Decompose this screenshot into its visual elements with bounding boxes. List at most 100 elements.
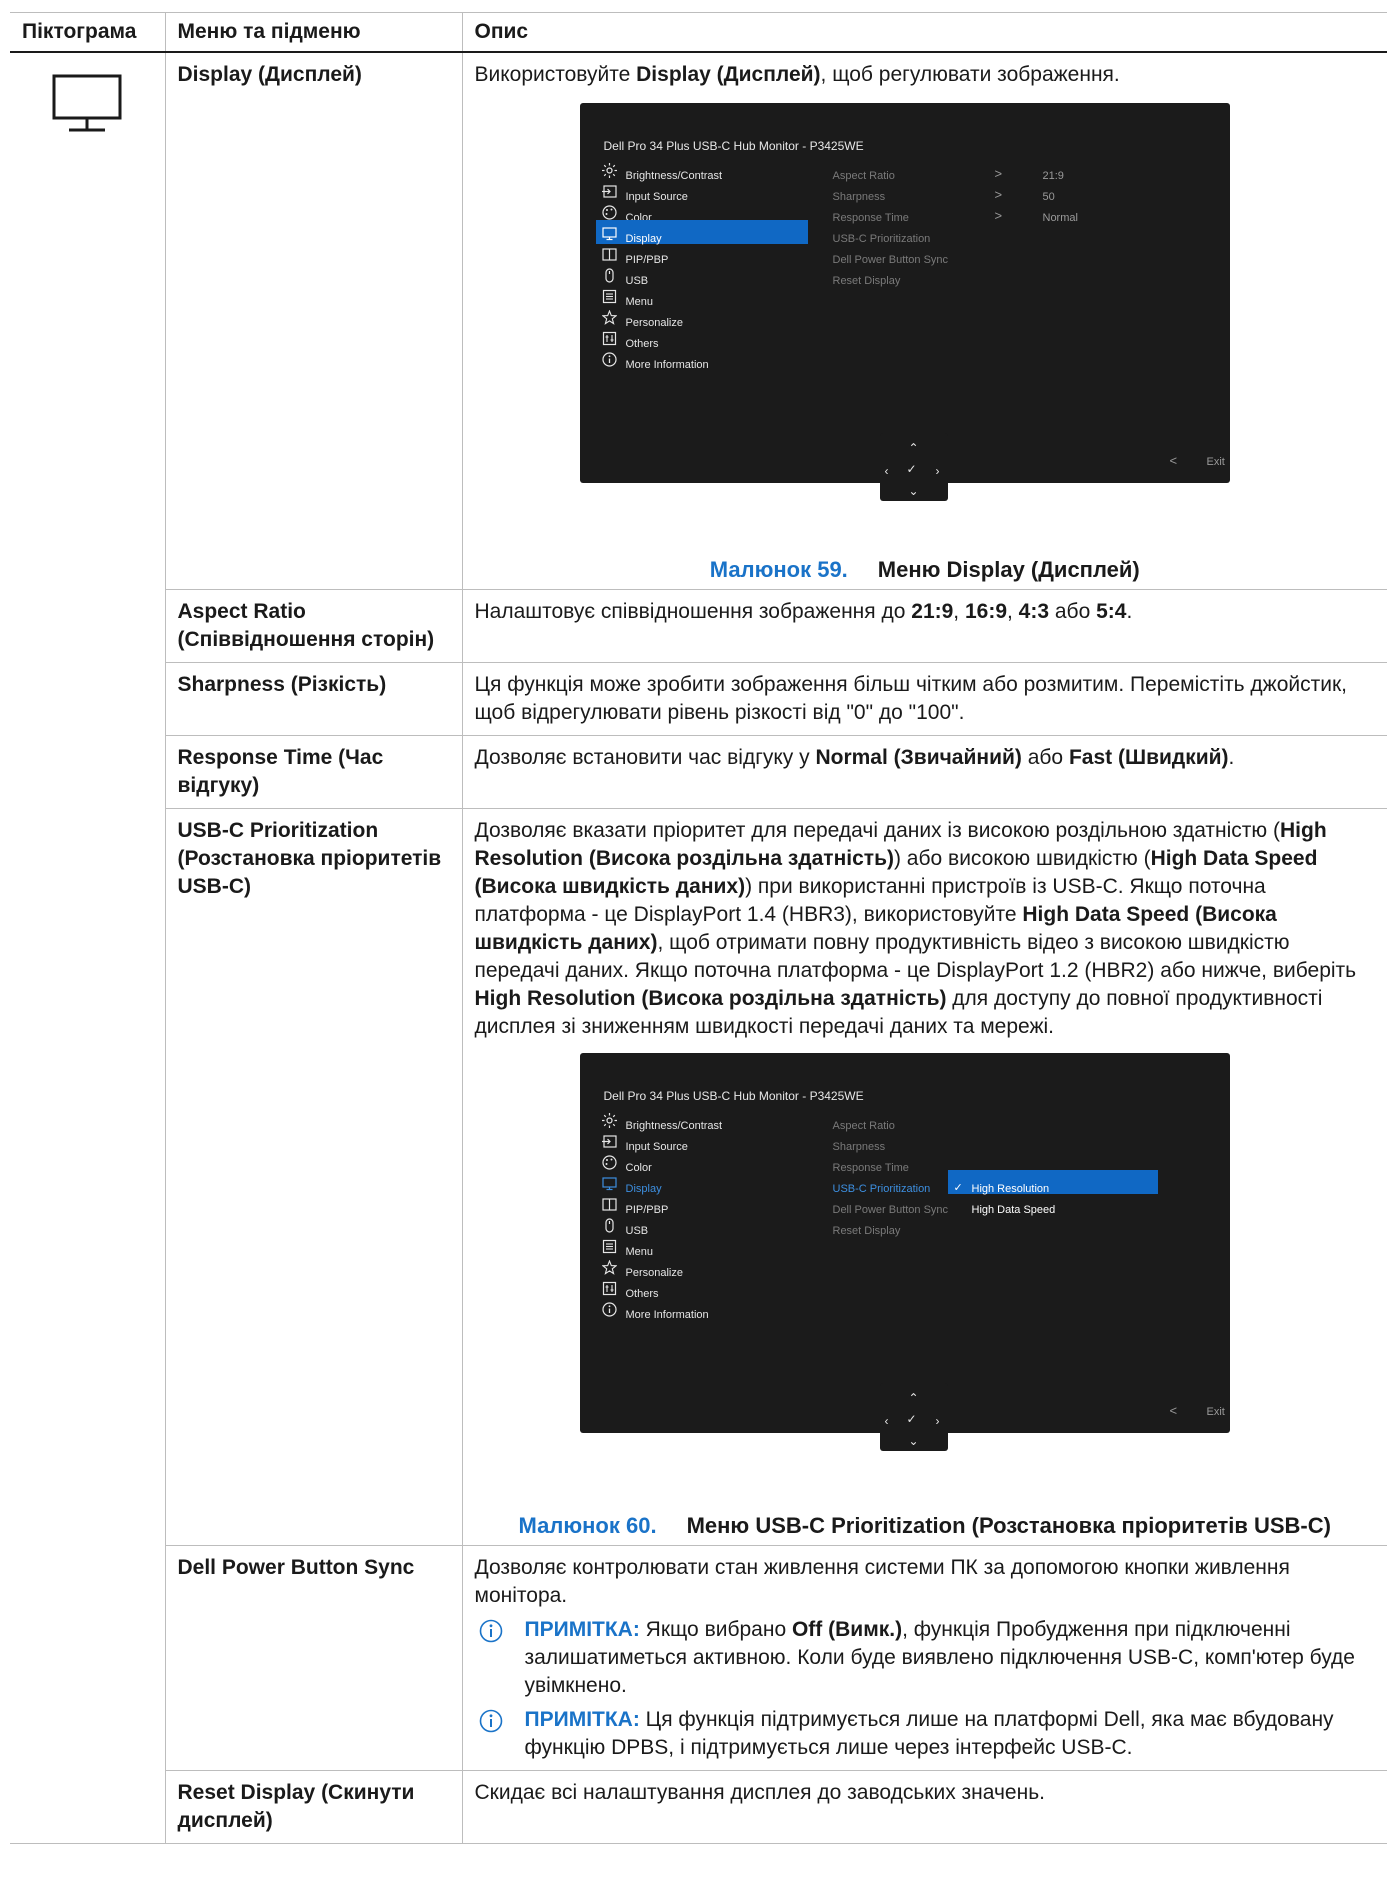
figure-number: Малюнок 59. [709,557,848,582]
table-header-row: Піктограма Меню та підменю Опис [10,12,1387,53]
description-response-time: Дозволяє встановити час відгуку у Normal… [461,735,1387,809]
display-description: Використовуйте Display (Дисплей), щоб ре… [475,61,1376,89]
osd-submenu-item: Reset Display [832,1225,901,1237]
menu-name-dpbs: Dell Power Button Sync [165,1545,463,1771]
note-label: ПРИМІТКА: [524,1618,640,1641]
figure-60-caption: Малюнок 60. Меню USB-C Prioritization (Ро… [475,1511,1376,1541]
description-dpbs: Дозволяє контролювати стан живлення сист… [461,1545,1387,1771]
osd-panel: Dell Pro 34 Plus USB-C Hub Monitor - P34… [579,103,1230,483]
joystick-control: ⌃ ‹ ✓ › ⌄ [879,1383,948,1451]
osd-screenshot-display: Dell Pro 34 Plus USB-C Hub Monitor - P34… [579,103,1230,533]
info-icon [479,1709,503,1741]
header-icon: Піктограма [10,12,165,53]
note-2-text: ПРИМІТКА: Ця функція підтримується лише … [525,1706,1376,1762]
osd-exit-label: Exit [1206,456,1225,468]
menu-name-sharpness: Sharpness (Різкість) [165,662,463,736]
osd-title: Dell Pro 34 Plus USB-C Hub Monitor - P34… [603,1089,864,1103]
usbc-prioritization-label: USB-C Prioritization (Розстановка пріори… [177,819,442,898]
text: , [1007,600,1019,623]
bold-text: Display (Дисплей) [636,63,821,86]
table-row: Aspect Ratio (Співвідношення сторін) Нал… [10,589,1387,663]
dpbs-description: Дозволяє контролювати стан живлення сист… [474,1556,1290,1607]
description-sharpness: Ця функція може зробити зображення більш… [461,662,1387,736]
text: або [1021,746,1069,769]
chevron-left-icon: < [1169,453,1178,468]
reset-display-description: Скидає всі налаштування дисплея до завод… [474,1781,1046,1804]
table-row: USB-C Prioritization (Розстановка пріори… [10,808,1387,1546]
text: Дозволяє вказати пріоритет для передачі … [474,819,1281,842]
description-aspect-ratio: Налаштовує співвідношення зображення до … [461,589,1387,663]
dpbs-label: Dell Power Button Sync [177,1556,415,1579]
osd-exit-label: Exit [1206,1406,1225,1418]
chevron-left-icon: < [1169,1403,1178,1418]
aspect-ratio-description: Налаштовує співвідношення зображення до … [475,598,1376,626]
header-menu: Меню та підменю [164,12,462,53]
description-usbc-prioritization: Дозволяє вказати пріоритет для передачі … [461,808,1387,1546]
note-2: ПРИМІТКА: Ця функція підтримується лише … [475,1706,1376,1762]
table-row: Response Time (Час відгуку) Дозволяє вст… [10,735,1387,809]
note-1: ПРИМІТКА: Якщо вибрано Off (Вимк.), функ… [475,1616,1376,1700]
bold-text: 4:3 [1018,600,1050,623]
usbc-description: Дозволяє вказати пріоритет для передачі … [475,817,1376,1041]
note-label: ПРИМІТКА: [524,1708,640,1731]
response-time-description: Дозволяє встановити час відгуку у Normal… [475,744,1376,772]
text: Ця функція підтримується лише на платфор… [524,1708,1334,1759]
osd-option-label: High Data Speed [971,1204,1056,1216]
menu-name-display: Display (Дисплей) [164,51,463,590]
text: Налаштовує співвідношення зображення до [474,600,912,623]
figure-title: Меню Display (Дисплей) [877,557,1140,582]
description-display: Використовуйте Display (Дисплей), щоб ре… [461,51,1387,590]
info-icon [479,1619,503,1651]
icon-cell [10,51,166,1844]
menu-name-reset-display: Reset Display (Скинути дисплей) [165,1770,463,1844]
header-description: Опис [461,12,1387,53]
osd-submenu-item: Reset Display [832,275,901,287]
menu-name-usbc-prioritization: USB-C Prioritization (Розстановка пріори… [165,808,463,1546]
bold-text: Off (Вимк.) [791,1618,903,1641]
figure-59-caption: Малюнок 59. Меню Display (Дисплей) [475,555,1376,585]
display-label: Display (Дисплей) [177,63,362,86]
aspect-ratio-label: Aspect Ratio (Співвідношення сторін) [177,600,435,651]
osd-menu-item: More Information [596,1296,808,1321]
osd-menu-item: More Information [596,346,808,371]
sharpness-label: Sharpness (Різкість) [177,673,387,696]
table-row: Dell Power Button Sync Дозволяє контролю… [10,1545,1387,1771]
joystick-control: ⌃ ‹ ✓ › ⌄ [879,433,948,501]
figure-number: Малюнок 60. [518,1513,657,1538]
text: , [953,600,965,623]
text: ) або високою швидкістю ( [893,847,1151,870]
text: Дозволяє встановити час відгуку у [474,746,816,769]
description-reset-display: Скидає всі налаштування дисплея до завод… [461,1770,1387,1844]
figure-title: Меню USB-C Prioritization (Розстановка п… [686,1513,1331,1538]
table-row: Reset Display (Скинути дисплей) Скидає в… [10,1770,1387,1844]
osd-menu-label: More Information [625,1309,709,1321]
text: . [1126,600,1133,623]
menu-table: Піктограма Меню та підменю Опис Display … [10,12,1387,1844]
chevron-down-icon: ⌄ [908,1434,919,1448]
text: Якщо вибрано [639,1618,792,1641]
chevron-left-icon: ‹ [884,464,889,478]
chevron-right-icon: › [935,464,940,478]
chevron-right-icon: › [935,1414,940,1428]
note-1-text: ПРИМІТКА: Якщо вибрано Off (Вимк.), функ… [525,1616,1376,1700]
bold-text: Fast (Швидкий) [1068,746,1229,769]
table-row: Display (Дисплей) Використовуйте Display… [10,51,1387,1844]
menu-name-response-time: Response Time (Час відгуку) [165,735,463,809]
chevron-down-icon: ⌄ [908,484,919,498]
sharpness-description: Ця функція може зробити зображення більш… [474,673,1348,724]
info-icon [601,350,617,378]
osd-menu-label: More Information [625,359,709,371]
chevron-right-icon: > [994,208,1003,223]
bold-text: Normal (Звичайний) [815,746,1022,769]
monitor-icon [52,74,122,132]
osd-option: High Data Speed [948,1191,1158,1216]
info-icon [601,1300,617,1328]
osd-title: Dell Pro 34 Plus USB-C Hub Monitor - P34… [603,139,864,153]
text: , щоб регулювати зображення. [820,63,1120,86]
text: або [1049,600,1097,623]
chevron-left-icon: ‹ [884,1414,889,1428]
bold-text: High Resolution (Висока роздільна здатні… [474,987,947,1010]
osd-panel: Dell Pro 34 Plus USB-C Hub Monitor - P34… [579,1053,1230,1433]
text: . [1228,746,1235,769]
osd-screenshot-usbc: Dell Pro 34 Plus USB-C Hub Monitor - P34… [579,1053,1230,1483]
